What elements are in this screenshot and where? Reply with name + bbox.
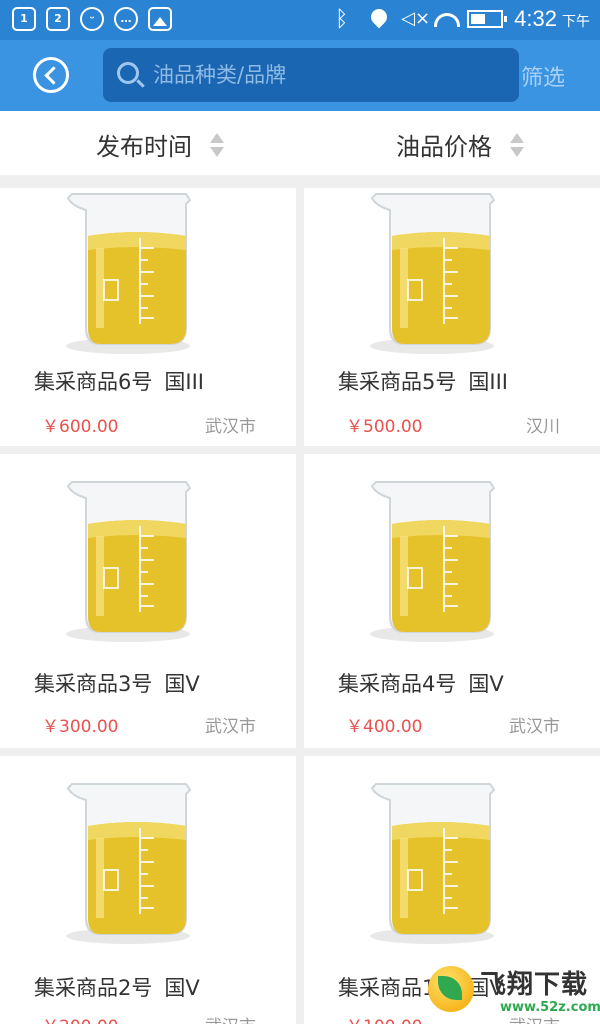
sim-2-icon: 2 — [46, 7, 70, 31]
beaker-oil-image — [66, 783, 192, 944]
product-grade: 国V — [164, 976, 200, 1000]
face-icon: ᵕ — [80, 7, 104, 31]
product-grade: 国III — [164, 370, 204, 394]
product-price: ￥400.00 — [346, 717, 423, 737]
beaker-oil-image — [370, 481, 496, 642]
product-location: 武汉市 — [205, 417, 256, 437]
product-name: 集采商品4号 — [338, 672, 457, 696]
product-grade: 国III — [468, 370, 508, 394]
search-input[interactable] — [153, 48, 513, 102]
product-price: ￥600.00 — [42, 417, 119, 437]
wifi-icon — [434, 7, 461, 31]
product-location: 武汉市 — [509, 717, 560, 737]
product-price: ￥200.00 — [42, 1012, 118, 1024]
product-grade: 国V — [468, 672, 504, 696]
mute-icon: ◁× — [401, 8, 431, 29]
search-icon — [117, 62, 139, 84]
product-location: 武汉市 — [205, 717, 256, 737]
sort-bar: 发布时间 油品价格 — [0, 111, 600, 175]
location-icon — [367, 5, 391, 31]
product-name: 集采商品5号 — [338, 370, 457, 394]
search-box[interactable] — [103, 48, 519, 102]
sort-arrows-icon — [210, 132, 224, 158]
product-name: 集采商品6号 — [34, 370, 153, 394]
product-card[interactable]: 集采商品4号 国V ￥400.00 武汉市 — [304, 454, 600, 748]
sort-arrows-icon — [510, 132, 524, 158]
product-grade: 国V — [164, 672, 200, 696]
site-watermark: 飞翔下载 www.52z.com — [428, 962, 600, 1024]
product-location: 汉川 — [526, 417, 560, 437]
clock: 4:32 — [514, 6, 557, 31]
beaker-oil-image — [370, 783, 496, 944]
beaker-oil-image — [66, 481, 192, 642]
beaker-oil-image — [370, 193, 496, 354]
product-card[interactable]: 集采商品2号国V ￥200.00 武汉市 — [0, 756, 296, 1024]
system-icons: ᛒ ◁× 4:32 下午 — [335, 5, 590, 32]
status-bar: 1 2 ᵕ … ᛒ ◁× 4:32 下午 — [0, 0, 600, 40]
sort-by-time-label: 发布时间 — [96, 133, 192, 161]
bluetooth-icon: ᛒ — [335, 7, 349, 32]
chat-icon: … — [114, 7, 138, 31]
product-title: 集采商品4号 国V — [338, 668, 504, 698]
watermark-text: 飞翔下载 — [480, 970, 589, 1000]
sort-by-price[interactable]: 油品价格 — [396, 127, 524, 162]
product-price: ￥300.00 — [42, 717, 119, 737]
back-button[interactable] — [33, 57, 69, 93]
product-title: 集采商品2号 国V — [34, 972, 200, 1002]
product-card[interactable]: 集采商品6号 国III ￥600.00 武汉市 — [0, 188, 296, 446]
product-title: 集采商品5号 国III — [338, 366, 508, 396]
product-name: 集采商品2号 — [34, 976, 153, 1000]
watermark-url: www.52z.com — [500, 1000, 600, 1015]
filter-button[interactable]: 筛选 — [521, 60, 565, 92]
sim-1-icon: 1 — [12, 7, 36, 31]
watermark-logo-icon — [428, 966, 474, 1012]
sort-by-price-label: 油品价格 — [396, 133, 492, 161]
battery-icon — [467, 10, 508, 28]
clock-ampm: 下午 — [562, 14, 590, 30]
image-icon — [148, 7, 172, 31]
product-title: 集采商品3号 国V — [34, 668, 200, 698]
product-name: 集采商品3号 — [34, 672, 153, 696]
sort-by-time[interactable]: 发布时间 — [96, 127, 224, 162]
product-title: 集采商品6号 国III — [34, 366, 204, 396]
product-card[interactable]: 集采商品3号 国V ￥300.00 武汉市 — [0, 454, 296, 748]
product-card[interactable]: 集采商品5号 国III ￥500.00 汉川 — [304, 188, 600, 446]
product-price: ￥100.00 — [346, 1012, 422, 1024]
product-price: ￥500.00 — [346, 417, 423, 437]
product-location: 武汉市 — [205, 1012, 256, 1024]
beaker-oil-image — [66, 193, 192, 354]
header: 筛选 — [0, 40, 600, 111]
notification-icons: 1 2 ᵕ … — [12, 7, 172, 31]
